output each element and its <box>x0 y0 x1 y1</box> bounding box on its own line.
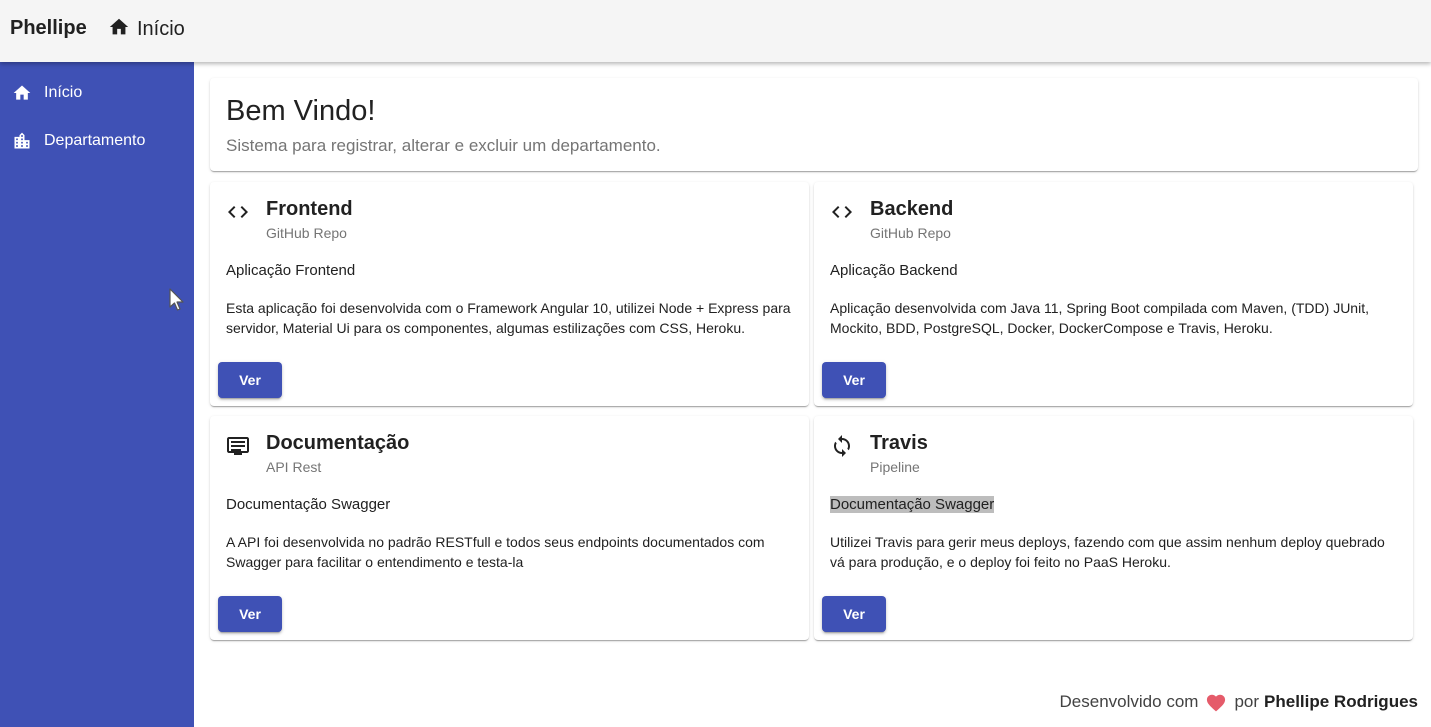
card-documentacao: Documentação API Rest Documentação Swagg… <box>210 416 809 640</box>
ver-button[interactable]: Ver <box>822 362 886 398</box>
sidebar-item-inicio[interactable]: Início <box>0 73 194 113</box>
card-subtitle: GitHub Repo <box>870 225 951 241</box>
home-icon <box>12 83 32 103</box>
heart-icon <box>1205 692 1227 712</box>
toolbar-home-label: Início <box>137 18 185 40</box>
card-description: Esta aplicação foi desenvolvida com o Fr… <box>226 300 791 336</box>
card-travis: Travis Pipeline Documentação Swagger Uti… <box>814 416 1413 640</box>
card-subtitle: GitHub Repo <box>266 225 347 241</box>
card-title: Documentação <box>266 432 410 454</box>
card-heading: Aplicação Backend <box>830 262 958 279</box>
card-heading: Documentação Swagger <box>830 496 995 513</box>
card-heading: Aplicação Frontend <box>226 262 356 279</box>
home-icon <box>108 16 130 43</box>
card-backend: Backend GitHub Repo Aplicação Backend Ap… <box>814 182 1413 406</box>
code-icon <box>226 200 250 224</box>
sidebar-item-label: Departamento <box>44 132 146 149</box>
card-description: Aplicação desenvolvida com Java 11, Spri… <box>830 300 1369 336</box>
card-description: A API foi desenvolvida no padrão RESTful… <box>226 534 765 570</box>
card-title: Frontend <box>266 198 353 220</box>
card-frontend: Frontend GitHub Repo Aplicação Frontend … <box>210 182 809 406</box>
footer: Desenvolvido com por Phellipe Rodrigues <box>1060 692 1418 712</box>
document-icon <box>226 434 250 458</box>
welcome-card: Bem Vindo! Sistema para registrar, alter… <box>210 78 1418 171</box>
card-description: Utilizei Travis para gerir meus deploys,… <box>830 534 1385 570</box>
toolbar-home-link[interactable]: Início <box>108 16 185 43</box>
brand-title: Phellipe <box>10 17 87 39</box>
ver-button[interactable]: Ver <box>822 596 886 632</box>
sync-icon <box>830 434 854 458</box>
building-icon <box>12 131 32 151</box>
card-heading: Documentação Swagger <box>226 496 391 513</box>
ver-button[interactable]: Ver <box>218 362 282 398</box>
ver-button[interactable]: Ver <box>218 596 282 632</box>
code-icon <box>830 200 854 224</box>
footer-prefix: Desenvolvido com <box>1059 692 1199 711</box>
top-toolbar: Phellipe Início <box>0 0 1431 62</box>
welcome-subtitle: Sistema para registrar, alterar e exclui… <box>226 136 661 155</box>
sidebar-item-label: Início <box>44 84 83 101</box>
card-title: Backend <box>870 198 954 220</box>
welcome-title: Bem Vindo! <box>226 95 376 127</box>
footer-by: por <box>1234 692 1260 711</box>
sidebar: Início Departamento <box>0 62 194 727</box>
sidebar-item-departamento[interactable]: Departamento <box>0 121 194 161</box>
card-subtitle: Pipeline <box>870 459 920 475</box>
mouse-cursor-icon <box>169 288 185 312</box>
card-subtitle: API Rest <box>266 459 322 475</box>
footer-author: Phellipe Rodrigues <box>1264 692 1418 711</box>
card-title: Travis <box>870 432 928 454</box>
